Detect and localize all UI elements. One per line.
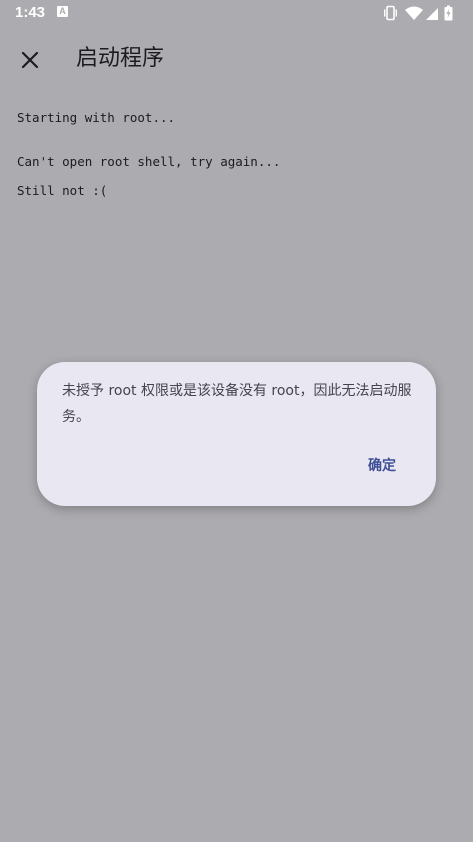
close-icon (21, 51, 39, 69)
notification-app-letter: A (59, 6, 66, 16)
log-line: Can't open root shell, try again... (17, 154, 281, 169)
status-time: 1:43 (15, 4, 46, 21)
status-icons-svg (384, 5, 453, 21)
confirm-button[interactable]: 确定 (348, 450, 416, 482)
status-icons (383, 5, 459, 21)
wifi-icon (405, 6, 423, 20)
log-line: Starting with root... (17, 110, 176, 125)
log-line: Still not :( (17, 183, 108, 198)
signal-icon (426, 8, 438, 20)
screen: 1:43 A 启动程序 Starting with root... Can't … (0, 0, 473, 842)
close-button[interactable] (10, 40, 50, 80)
vibrate-icon (384, 5, 397, 21)
page-title: 启动程序 (76, 46, 165, 71)
status-bar: 1:43 A (0, 0, 473, 26)
dialog-message: 未授予 root 权限或是该设备没有 root，因此无法启动服务。 (62, 383, 412, 425)
app-bar: 启动程序 (0, 26, 473, 90)
notification-app-icon: A (57, 6, 68, 17)
battery-icon (444, 5, 453, 21)
alert-dialog: 未授予 root 权限或是该设备没有 root，因此无法启动服务。 确定 (37, 362, 436, 506)
